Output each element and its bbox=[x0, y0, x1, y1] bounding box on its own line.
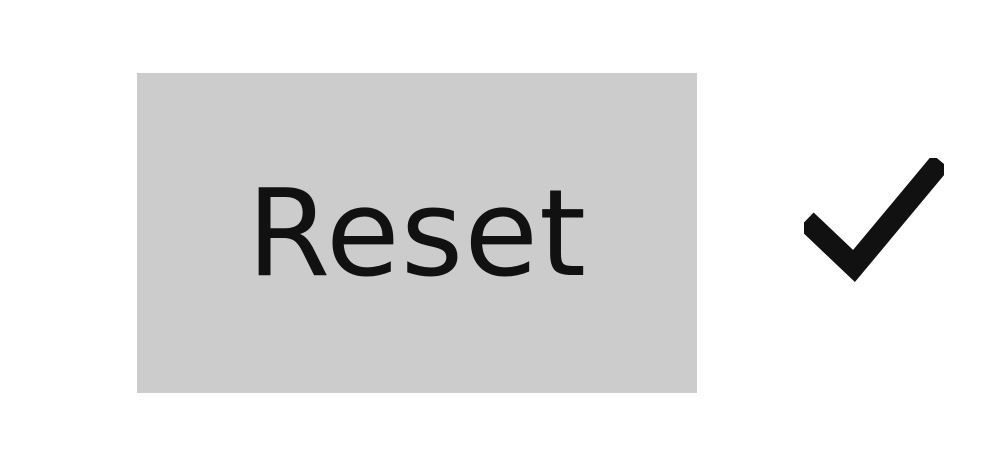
reset-button[interactable]: Reset bbox=[137, 73, 697, 393]
reset-button-label: Reset bbox=[246, 165, 588, 304]
reset-control-area: Reset bbox=[0, 0, 1000, 476]
check-icon bbox=[804, 158, 944, 283]
